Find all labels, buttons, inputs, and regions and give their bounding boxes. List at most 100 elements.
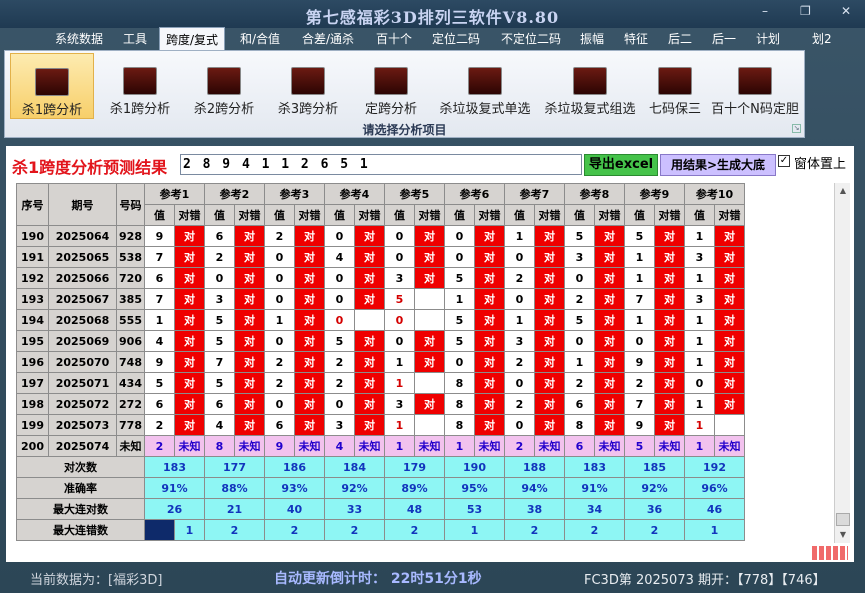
ref-value-cell: 9 bbox=[624, 351, 655, 373]
ref-value-cell: 6 bbox=[204, 225, 235, 247]
ref-value-cell: 1 bbox=[504, 225, 535, 247]
ribbon-kill2span-button[interactable]: 杀2跨分析 bbox=[183, 53, 265, 119]
draw-info-label: FC3D第 2025073 期开：【778】【746】 bbox=[584, 573, 826, 588]
menu-plan[interactable]: 计划 bbox=[756, 30, 780, 47]
row-number: 906 bbox=[116, 330, 145, 352]
chart-icon bbox=[468, 67, 502, 95]
stats-value-cell: 2 bbox=[384, 519, 445, 541]
menu-nonposition-two[interactable]: 不定位二码 bbox=[501, 30, 561, 47]
stats-value-cell: 2 bbox=[624, 519, 685, 541]
menu-sum-value[interactable]: 和/合值 bbox=[240, 30, 280, 47]
ref-hit-cell: 对 bbox=[234, 393, 265, 415]
table-row[interactable]: 195 2025069 906 4 对 5 对 0 对 5 对 0 对 5 对 3 对 0 对 0 对 1 对 bbox=[16, 330, 745, 352]
ref-value-cell: 1 bbox=[684, 267, 715, 289]
stats-label: 对次数 bbox=[16, 456, 145, 478]
ribbon-fixedspan-button[interactable]: 定跨分析 bbox=[351, 53, 431, 119]
table-row[interactable]: 199 2025073 778 2 对 4 对 6 对 3 对 1 8 对 0 对 8 对 9 对 1 bbox=[16, 414, 745, 436]
table-row[interactable]: 192 2025066 720 6 对 0 对 0 对 0 对 3 对 5 对 2 对 0 对 1 对 1 对 bbox=[16, 267, 745, 289]
prediction-status-cell: 未知 bbox=[174, 435, 205, 457]
current-data-label: 当前数据为：[福彩3D] bbox=[30, 573, 163, 588]
result-code-field[interactable]: 2 8 9 4 1 1 2 6 5 1 bbox=[180, 154, 582, 175]
menu-position-two[interactable]: 定位二码 bbox=[432, 30, 480, 47]
ref-value-cell: 1 bbox=[504, 309, 535, 331]
ref-value-cell: 8 bbox=[444, 414, 475, 436]
ref-value-cell: 0 bbox=[564, 330, 595, 352]
ribbon-kill1span-alt-button[interactable]: 杀1跨分析 bbox=[99, 53, 181, 119]
close-button[interactable]: ✕ bbox=[841, 4, 851, 18]
scroll-up-icon[interactable]: ▲ bbox=[835, 183, 851, 199]
ref-value-cell: 9 bbox=[624, 414, 655, 436]
ribbon-kill3span-button[interactable]: 杀3跨分析 bbox=[267, 53, 349, 119]
ref-hit-cell: 对 bbox=[354, 351, 385, 373]
table-row[interactable]: 191 2025065 538 7 对 2 对 0 对 4 对 0 对 0 对 0 对 3 对 1 对 3 对 bbox=[16, 246, 745, 268]
ref-hit-cell: 对 bbox=[534, 267, 565, 289]
table-row[interactable]: 193 2025067 385 7 对 3 对 0 对 0 对 5 1 对 0 对 2 对 7 对 3 对 bbox=[16, 288, 745, 310]
ribbon-seven-three-button[interactable]: 七码保三 bbox=[643, 53, 707, 119]
prediction-status-cell: 未知 bbox=[714, 435, 745, 457]
minimize-button[interactable]: – bbox=[762, 4, 768, 18]
ref-value-cell: 3 bbox=[504, 330, 535, 352]
menu-diff-kill[interactable]: 合差/通杀 bbox=[302, 30, 354, 47]
ribbon-junk-group-button[interactable]: 杀垃圾复式组选 bbox=[539, 53, 641, 119]
prediction-value-cell: 8 bbox=[204, 435, 235, 457]
ref-hit-cell: 对 bbox=[534, 372, 565, 394]
menu-feature[interactable]: 特征 bbox=[624, 30, 648, 47]
ref-hit-cell: 对 bbox=[234, 267, 265, 289]
export-excel-button[interactable]: 导出excel bbox=[584, 154, 658, 176]
ref-miss-cell bbox=[714, 414, 745, 436]
ribbon-n-code-button[interactable]: 百十个N码定胆 bbox=[709, 53, 801, 119]
table-row[interactable]: 196 2025070 748 9 对 7 对 2 对 2 对 1 对 0 对 2 对 1 对 9 对 1 对 bbox=[16, 351, 745, 373]
menu-last-two[interactable]: 后二 bbox=[668, 30, 692, 47]
row-number: 385 bbox=[116, 288, 145, 310]
ref-value-cell: 0 bbox=[204, 267, 235, 289]
chart-icon bbox=[123, 67, 157, 95]
scroll-down-icon[interactable]: ▼ bbox=[835, 527, 851, 543]
ref-value-cell: 5 bbox=[204, 330, 235, 352]
pin-checkbox[interactable]: ✓ bbox=[778, 155, 790, 167]
menu-plan-2[interactable]: 划2 bbox=[812, 30, 832, 47]
stats-label: 准确率 bbox=[16, 477, 145, 499]
table-row[interactable]: 197 2025071 434 5 对 5 对 2 对 2 对 1 8 对 0 对 2 对 2 对 0 对 bbox=[16, 372, 745, 394]
menu-hundred-ten-one[interactable]: 百十个 bbox=[376, 30, 412, 47]
ref-hit-cell: 对 bbox=[174, 309, 205, 331]
restore-button[interactable]: ❐ bbox=[800, 4, 811, 18]
ref-hit-cell: 对 bbox=[414, 393, 445, 415]
ref-hit-cell: 对 bbox=[594, 225, 625, 247]
ref-hit-cell: 对 bbox=[354, 330, 385, 352]
menu-last-one[interactable]: 后一 bbox=[712, 30, 736, 47]
generate-base-button[interactable]: 用结果>生成大底 bbox=[660, 154, 776, 176]
vertical-scrollbar[interactable]: ▲ ▼ bbox=[834, 183, 850, 543]
ribbon-junk-single-button[interactable]: 杀垃圾复式单选 bbox=[433, 53, 537, 119]
ref-value-cell: 6 bbox=[264, 414, 295, 436]
menu-system-data[interactable]: 系统数据 bbox=[55, 30, 103, 47]
menu-span-compound[interactable]: 跨度/复式 bbox=[159, 27, 226, 51]
ref-value-cell: 1 bbox=[384, 414, 415, 436]
scroll-thumb[interactable] bbox=[836, 513, 850, 526]
table-row[interactable]: 190 2025064 928 9 对 6 对 2 对 0 对 0 对 0 对 1 对 5 对 5 对 1 对 bbox=[16, 225, 745, 247]
expand-icon[interactable]: ↘ bbox=[792, 124, 801, 133]
stats-value-cell: 38 bbox=[504, 498, 565, 520]
prediction-value-cell: 1 bbox=[684, 435, 715, 457]
prediction-row[interactable]: 200 2025074 未知 2 未知 8 未知 9 未知 4 未知 1 未知 1 未知 2 未知 6 未知 5 未知 1… bbox=[16, 435, 745, 457]
ref-hit-cell: 对 bbox=[594, 330, 625, 352]
col-header-number: 号码 bbox=[116, 183, 145, 226]
prediction-status-cell: 未知 bbox=[414, 435, 445, 457]
ref-value-cell: 8 bbox=[444, 372, 475, 394]
table-row[interactable]: 198 2025072 272 6 对 6 对 0 对 0 对 3 对 8 对 2 对 6 对 7 对 1 对 bbox=[16, 393, 745, 415]
ref-hit-cell: 对 bbox=[174, 225, 205, 247]
menu-amplitude[interactable]: 振幅 bbox=[580, 30, 604, 47]
stats-value-cell: 48 bbox=[384, 498, 445, 520]
ref-hit-cell: 对 bbox=[714, 393, 745, 415]
ref-hit-cell: 对 bbox=[174, 351, 205, 373]
table-row[interactable]: 194 2025068 555 1 对 5 对 1 对 0 0 5 对 1 对 5 对 1 对 1 对 bbox=[16, 309, 745, 331]
ref-hit-cell: 对 bbox=[654, 267, 685, 289]
ribbon-kill1span-button[interactable]: 杀1跨分析 bbox=[10, 53, 94, 119]
col-header-value: 值 bbox=[684, 204, 715, 226]
stats-cell-selected[interactable] bbox=[144, 519, 175, 541]
ref-value-cell: 0 bbox=[504, 414, 535, 436]
stats-value-cell: 46 bbox=[684, 498, 745, 520]
row-seq: 197 bbox=[16, 372, 49, 394]
ref-value-cell: 1 bbox=[144, 309, 175, 331]
menu-tools[interactable]: 工具 bbox=[123, 30, 147, 47]
ref-value-cell: 7 bbox=[144, 288, 175, 310]
